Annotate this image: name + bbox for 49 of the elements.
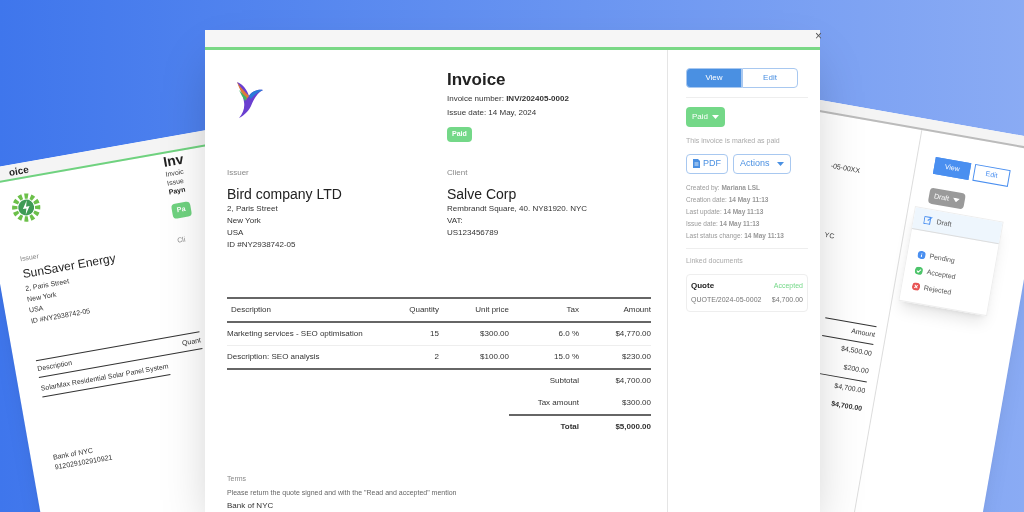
window-title: oice (7, 162, 30, 180)
table-cell-text: $4,770.00 (614, 328, 651, 340)
column-header: Unit price (474, 304, 509, 316)
table-cell-text: Description: SEO analysis (227, 351, 321, 363)
table-cell-text: $100.00 (479, 351, 509, 363)
table-cell-text: 6.0 % (557, 328, 579, 340)
invoice-title: Invoice (447, 70, 507, 90)
invoice-heading: Inv (162, 150, 185, 170)
close-button[interactable]: × (815, 29, 822, 42)
client-name: Salve Corp (447, 185, 518, 203)
edit-icon (923, 214, 934, 226)
total-label: Tax amount (536, 397, 579, 409)
table-cell-text: Marketing services - SEO optimisation (227, 328, 364, 340)
total-label: Total (559, 421, 579, 433)
table-cell-text: 15.0 % (553, 351, 579, 363)
column-header: Tax (565, 304, 579, 316)
linked-document-type: Quote (691, 280, 715, 292)
caret-icon (952, 197, 961, 203)
client-label: Client (447, 167, 469, 179)
client-address-line: Rembrandt Square, 40. NY81920. NYC (447, 203, 589, 215)
issuer-address-line: 2, Paris Street (227, 203, 279, 215)
table-cell-text: 2 (433, 351, 439, 363)
client-address-line: VAT: (447, 215, 464, 227)
bank-text: Bank of NYC (227, 500, 275, 512)
document-icon (693, 159, 700, 168)
issuer-name: Bird company LTD (227, 185, 343, 203)
total-value: $4,700.00 (614, 375, 651, 387)
table-cell-text: 15 (429, 328, 439, 340)
issuer-label: Issuer (227, 167, 250, 179)
total-value: $5,000.00 (614, 421, 651, 433)
pdf-button[interactable]: PDF (686, 153, 728, 174)
total-label: Subtotal (548, 375, 579, 387)
column-header: Amount (622, 304, 651, 316)
caret-icon (712, 115, 719, 119)
total-value: $300.00 (621, 397, 651, 409)
column-header: Quantity (408, 304, 439, 316)
issuer-address-line: USA (227, 227, 245, 239)
table-cell-text: $230.00 (621, 351, 651, 363)
table-cell-text: $300.00 (479, 328, 509, 340)
issuer-address-line: ID #NY2938742-05 (227, 239, 297, 251)
client-address-line: US123456789 (447, 227, 500, 239)
issue-date-text: Issue date: 14 May, 2024 (447, 107, 538, 119)
invoice-number-text: Invoice number: INV/202405-0002 (447, 93, 570, 105)
issuer-address-line: New York (227, 215, 262, 227)
actions-button[interactable]: Actions (733, 153, 791, 174)
caret-icon (776, 161, 784, 166)
view-mode-tab[interactable]: View (686, 68, 742, 88)
column-header: Description (230, 304, 272, 316)
view-mode-tab[interactable]: Edit (742, 68, 798, 88)
